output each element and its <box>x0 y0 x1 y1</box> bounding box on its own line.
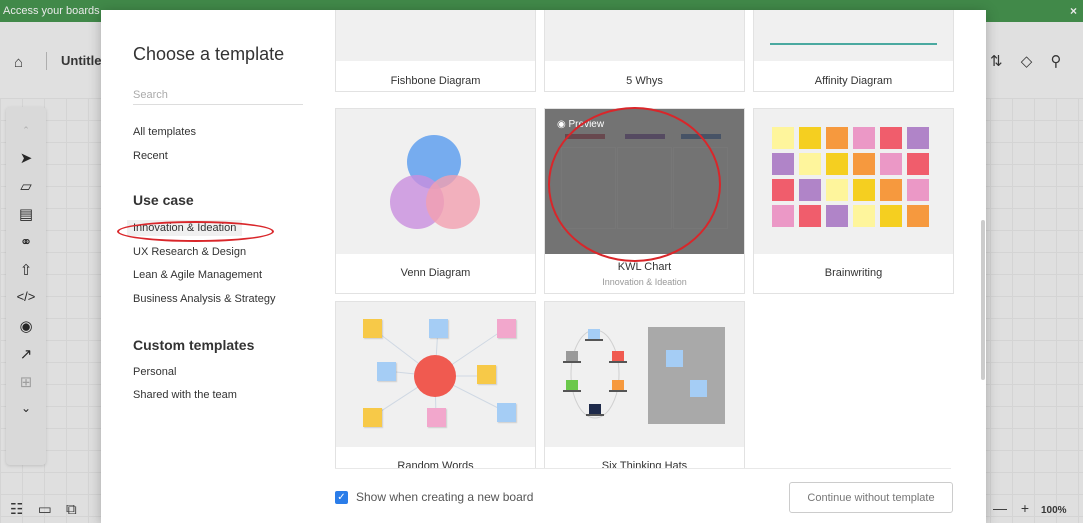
template-name: Affinity Diagram <box>814 75 893 87</box>
template-thumbnail <box>545 302 744 447</box>
sticky-note <box>880 153 902 175</box>
sticky-note <box>772 205 794 227</box>
sticky-note <box>799 205 821 227</box>
template-name: Fishbone Diagram <box>390 75 481 87</box>
template-card-venn[interactable]: Venn Diagram <box>335 108 536 294</box>
footer-divider <box>335 468 951 469</box>
template-card-affinity[interactable]: Affinity Diagram <box>753 10 954 92</box>
template-thumbnail <box>545 10 744 61</box>
sticky-note <box>826 153 848 175</box>
sticky-note <box>363 408 382 427</box>
eye-icon: ◉ <box>557 119 569 130</box>
sticky-note <box>799 179 821 201</box>
template-card-six-thinking-hats[interactable]: Six Thinking Hats <box>544 301 745 468</box>
sticky-note <box>497 403 516 422</box>
venn-diagram-image <box>390 135 480 229</box>
nav-ux-research[interactable]: UX Research & Design <box>133 246 246 258</box>
checkbox-label: Show when creating a new board <box>356 490 534 504</box>
template-thumbnail <box>336 302 535 447</box>
nav-recent[interactable]: Recent <box>133 150 168 162</box>
sticky-note <box>427 408 446 427</box>
template-card-5-whys[interactable]: 5 Whys <box>544 10 745 92</box>
sticky-note <box>880 179 902 201</box>
template-name: Venn Diagram <box>400 267 471 279</box>
nav-all-templates[interactable]: All templates <box>133 126 196 138</box>
template-category: Innovation & Ideation <box>602 277 687 287</box>
sticky-note <box>907 205 929 227</box>
template-search-input[interactable] <box>133 85 303 105</box>
template-thumbnail <box>336 10 535 61</box>
sticky-note <box>772 179 794 201</box>
use-case-heading: Use case <box>133 192 194 208</box>
template-modal: Choose a template All templates Recent U… <box>101 10 986 523</box>
continue-without-template-button[interactable]: Continue without template <box>789 482 953 513</box>
sticky-note <box>772 127 794 149</box>
hats-image <box>563 327 725 424</box>
sticky-note <box>907 127 929 149</box>
sticky-note <box>799 153 821 175</box>
sticky-note <box>429 319 448 338</box>
annotation-circle <box>548 107 721 262</box>
thumb-line <box>770 43 937 45</box>
sticky-note <box>907 153 929 175</box>
sticky-note <box>853 205 875 227</box>
template-name: Brainwriting <box>824 267 883 279</box>
annotation-oval <box>117 221 274 242</box>
sticky-note <box>826 179 848 201</box>
sticky-note <box>477 365 496 384</box>
template-name: Six Thinking Hats <box>601 460 688 468</box>
template-name: Random Words <box>397 460 474 468</box>
custom-templates-heading: Custom templates <box>133 337 255 353</box>
modal-title: Choose a template <box>133 44 285 64</box>
sticky-note <box>826 205 848 227</box>
template-card-fishbone[interactable]: Fishbone Diagram <box>335 10 536 92</box>
sticky-note <box>826 127 848 149</box>
sticky-note <box>880 127 902 149</box>
template-thumbnail <box>754 10 953 61</box>
nav-shared-with-team[interactable]: Shared with the team <box>133 389 237 401</box>
template-card-brainwriting[interactable]: Brainwriting <box>753 108 954 294</box>
sticky-note <box>853 153 875 175</box>
sticky-note <box>880 205 902 227</box>
grid-scrollbar[interactable] <box>981 220 985 380</box>
template-name: 5 Whys <box>626 75 663 87</box>
template-card-random-words[interactable]: Random Words <box>335 301 536 468</box>
nav-business-analysis[interactable]: Business Analysis & Strategy <box>133 293 275 305</box>
sticky-note <box>497 319 516 338</box>
sticky-note <box>907 179 929 201</box>
sticky-note <box>772 153 794 175</box>
sticky-note <box>853 179 875 201</box>
template-thumbnail <box>336 109 535 254</box>
template-thumbnail <box>754 109 953 254</box>
nav-personal[interactable]: Personal <box>133 366 176 378</box>
show-on-new-board-checkbox[interactable]: ✓ <box>335 491 348 504</box>
template-name: KWL Chart <box>617 261 672 273</box>
sticky-note <box>853 127 875 149</box>
nav-lean-agile[interactable]: Lean & Agile Management <box>133 269 262 281</box>
sticky-note <box>377 362 396 381</box>
sticky-note <box>799 127 821 149</box>
sticky-note <box>363 319 382 338</box>
